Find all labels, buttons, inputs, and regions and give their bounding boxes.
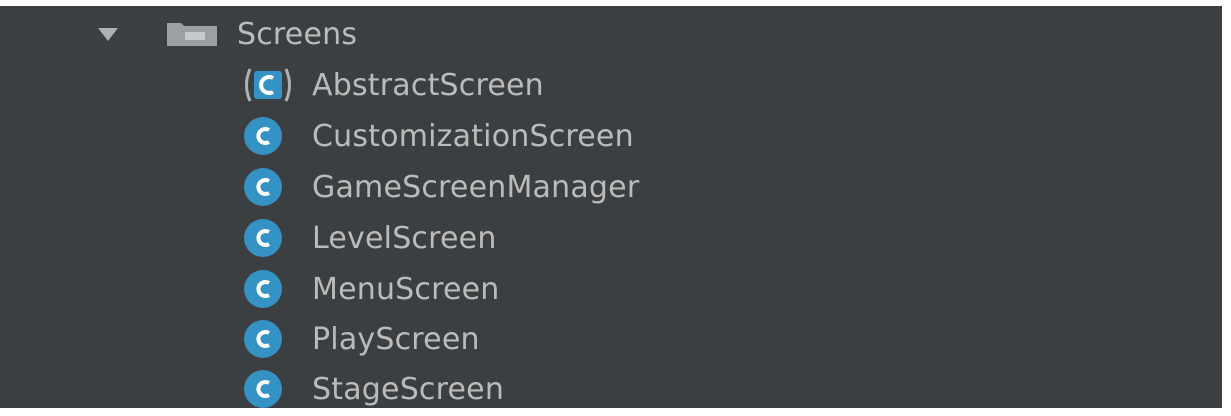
- tree-item-abstract-screen[interactable]: AbstractScreen: [242, 60, 544, 110]
- tree-folder-screens[interactable]: Screens: [95, 9, 357, 59]
- project-tree-panel: Screens AbstractScreen CustomizationScre…: [0, 6, 1222, 408]
- class-icon: [242, 116, 298, 156]
- tree-item-label: MenuScreen: [312, 271, 500, 307]
- tree-item-game-screen-manager[interactable]: GameScreenManager: [242, 162, 639, 212]
- class-icon: [242, 369, 298, 408]
- folder-icon: [165, 19, 219, 49]
- tree-item-play-screen[interactable]: PlayScreen: [242, 314, 480, 364]
- class-icon: [242, 218, 298, 258]
- class-icon: [242, 319, 298, 359]
- tree-item-customization-screen[interactable]: CustomizationScreen: [242, 111, 634, 161]
- tree-item-label: PlayScreen: [312, 321, 480, 357]
- class-icon: [242, 269, 298, 309]
- tree-item-menu-screen[interactable]: MenuScreen: [242, 264, 500, 314]
- abstract-class-icon: [242, 65, 298, 105]
- tree-item-level-screen[interactable]: LevelScreen: [242, 213, 497, 263]
- chevron-down-icon[interactable]: [95, 21, 121, 47]
- tree-item-label: GameScreenManager: [312, 169, 640, 205]
- tree-item-label: StageScreen: [312, 371, 505, 407]
- class-icon: [242, 167, 298, 207]
- tree-item-stage-screen[interactable]: StageScreen: [242, 364, 504, 408]
- tree-item-label: CustomizationScreen: [312, 118, 634, 154]
- tree-item-label: LevelScreen: [312, 220, 497, 256]
- folder-label: Screens: [237, 16, 358, 52]
- tree-item-label: AbstractScreen: [312, 67, 544, 103]
